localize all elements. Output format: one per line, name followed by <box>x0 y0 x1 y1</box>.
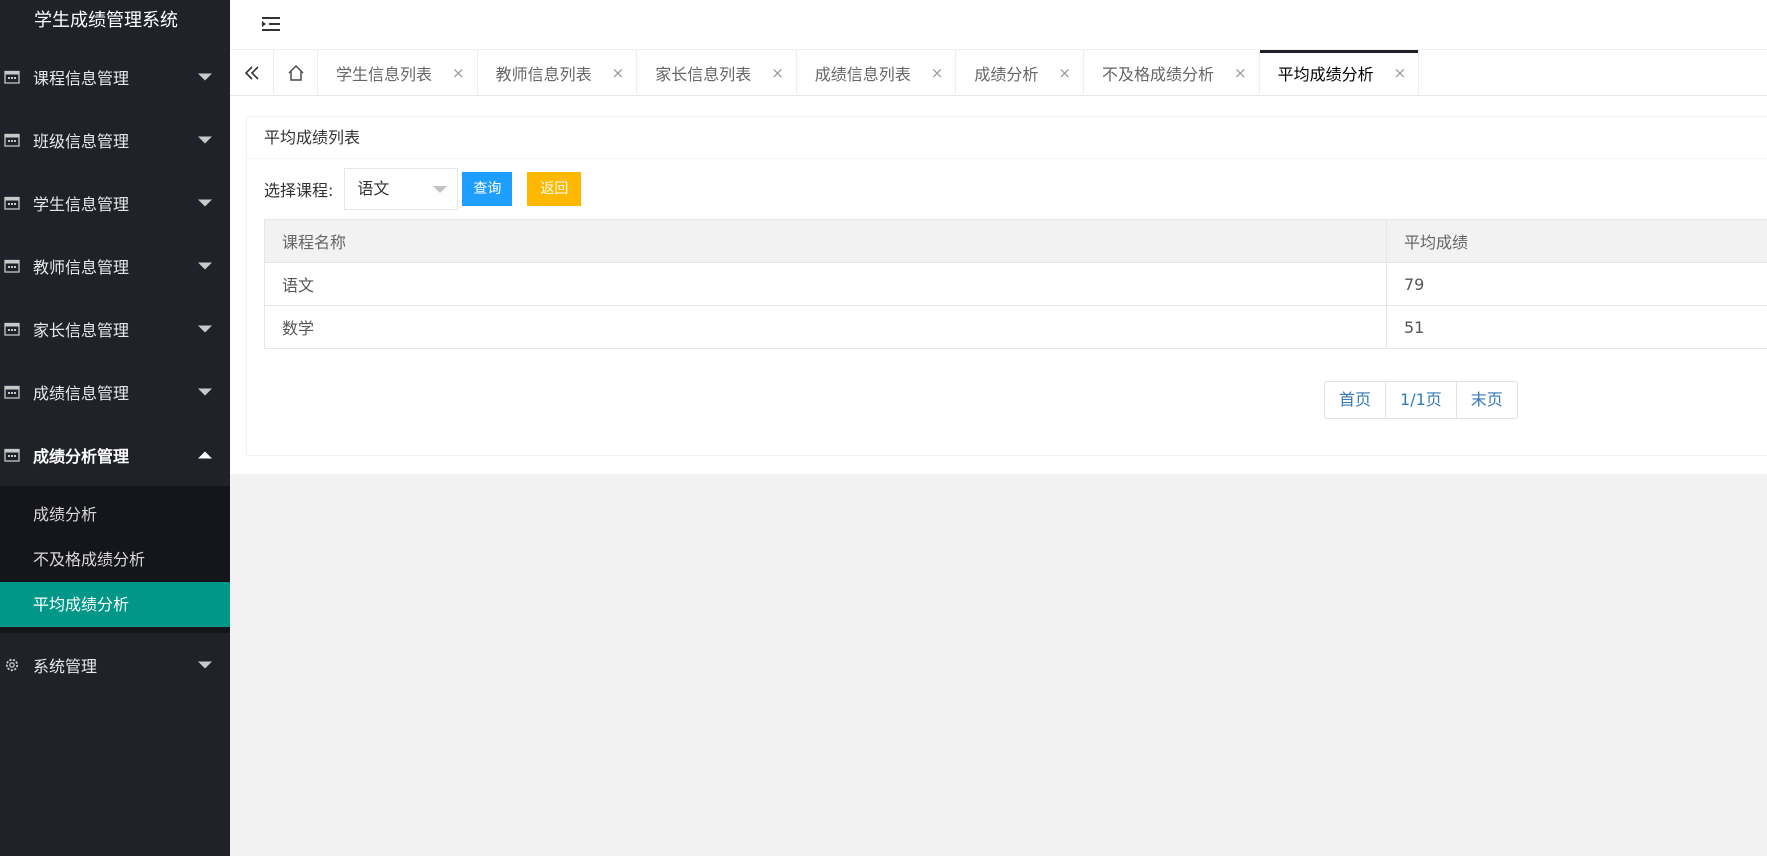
caret-down-icon <box>198 199 212 206</box>
caret-down-icon <box>198 661 212 668</box>
menu-fold-icon[interactable] <box>262 16 280 32</box>
tab-1[interactable]: 教师信息列表 × <box>478 50 638 96</box>
table-header-row: 课程名称 平均成绩 <box>264 219 1767 263</box>
submenu-item-score-analysis[interactable]: 成绩分析 <box>0 492 230 537</box>
sidebar-item-4[interactable]: 家长信息管理 <box>0 297 230 360</box>
tab-label: 成绩信息列表 <box>814 65 911 84</box>
caret-down-icon <box>198 73 212 80</box>
average-score-card: 平均成绩列表 选择课程: 语文 查询 返回 课程名称 平均成绩 语文 79 数学… <box>246 116 1767 456</box>
caret-down-icon <box>198 262 212 269</box>
submenu-item-average-analysis[interactable]: 平均成绩分析 <box>0 582 230 627</box>
caret-up-icon <box>198 451 212 458</box>
close-icon[interactable]: × <box>1234 64 1247 82</box>
tab-4[interactable]: 成绩分析 × <box>956 50 1084 96</box>
pagination: 首页 1/1页 末页 <box>1324 381 1518 419</box>
tab-label: 平均成绩分析 <box>1277 65 1374 84</box>
caret-down-icon <box>198 325 212 332</box>
cell-course: 语文 <box>264 262 1387 306</box>
sidebar-item-7[interactable]: 系统管理 <box>0 633 230 696</box>
tab-label: 成绩分析 <box>974 65 1039 84</box>
tab-0[interactable]: 学生信息列表 × <box>318 50 478 96</box>
course-select-value: 语文 <box>357 179 390 198</box>
tab-label: 教师信息列表 <box>495 65 592 84</box>
calendar-icon <box>4 385 20 399</box>
close-icon[interactable]: × <box>452 64 465 82</box>
sidebar-item-label: 家长信息管理 <box>33 320 130 340</box>
last-page-link[interactable]: 末页 <box>1457 382 1517 418</box>
calendar-icon <box>4 133 20 147</box>
card-title: 平均成绩列表 <box>247 117 1767 159</box>
tab-label: 家长信息列表 <box>655 65 752 84</box>
back-button[interactable]: 返回 <box>527 172 582 206</box>
course-select-label: 选择课程: <box>264 181 334 200</box>
tab-2[interactable]: 家长信息列表 × <box>637 50 797 96</box>
column-header-average: 平均成绩 <box>1386 219 1767 263</box>
first-page-link[interactable]: 首页 <box>1325 382 1387 418</box>
sidebar: 学生成绩管理系统 课程信息管理 班级信息管理 学生信息管理 教师信息管理 家长信息管理成… <box>0 0 230 856</box>
cell-average: 79 <box>1386 262 1767 306</box>
sidebar-item-6[interactable]: 成绩分析管理 <box>0 423 230 486</box>
tab-label: 不及格成绩分析 <box>1101 65 1214 84</box>
caret-down-icon <box>198 136 212 143</box>
close-icon[interactable]: × <box>931 64 944 82</box>
sidebar-item-label: 系统管理 <box>33 656 98 676</box>
close-icon[interactable]: × <box>1058 64 1071 82</box>
sidebar-item-2[interactable]: 学生信息管理 <box>0 171 230 234</box>
tab-3[interactable]: 成绩信息列表 × <box>797 50 957 96</box>
sidebar-item-5[interactable]: 成绩信息管理 <box>0 360 230 423</box>
sidebar-item-1[interactable]: 班级信息管理 <box>0 108 230 171</box>
sidebar-item-label: 教师信息管理 <box>33 257 130 277</box>
submenu-item-fail-analysis[interactable]: 不及格成绩分析 <box>0 537 230 582</box>
tab-label: 学生信息列表 <box>336 65 433 84</box>
calendar-icon <box>4 322 20 336</box>
average-score-table: 课程名称 平均成绩 语文 79 数学 51 <box>264 219 1767 349</box>
cell-course: 数学 <box>264 305 1387 349</box>
top-header <box>230 0 1767 50</box>
caret-down-icon <box>433 186 448 193</box>
close-icon[interactable]: × <box>612 64 625 82</box>
sidebar-item-3[interactable]: 教师信息管理 <box>0 234 230 297</box>
gear-icon <box>5 658 19 671</box>
tab-5[interactable]: 不及格成绩分析 × <box>1084 50 1260 96</box>
table-row: 数学 51 <box>264 305 1767 349</box>
tab-6[interactable]: 平均成绩分析 × <box>1259 50 1420 96</box>
calendar-icon <box>4 448 20 462</box>
query-button[interactable]: 查询 <box>462 172 513 206</box>
close-icon[interactable]: × <box>771 64 784 82</box>
close-icon[interactable]: × <box>1394 64 1407 82</box>
tab-bar: 学生信息列表 × 教师信息列表 × 家长信息列表 × 成绩信息列表 × 成绩分析 × 不及格成绩分析… <box>230 50 1767 96</box>
sidebar-item-label: 班级信息管理 <box>33 131 130 151</box>
column-header-course: 课程名称 <box>264 219 1387 263</box>
sidebar-item-0[interactable]: 课程信息管理 <box>0 45 230 108</box>
filter-toolbar: 选择课程: 语文 查询 返回 <box>264 168 582 210</box>
calendar-icon <box>4 259 20 273</box>
home-icon <box>288 65 303 81</box>
main-content: 平均成绩列表 选择课程: 语文 查询 返回 课程名称 平均成绩 语文 79 数学… <box>230 96 1767 474</box>
table-row: 语文 79 <box>264 262 1767 306</box>
sidebar-item-label: 学生信息管理 <box>33 194 130 214</box>
caret-down-icon <box>198 388 212 395</box>
cell-average: 51 <box>1386 305 1767 349</box>
tab-home[interactable] <box>274 50 318 96</box>
tab-scroll-left-button[interactable] <box>230 50 274 96</box>
calendar-icon <box>4 196 20 210</box>
sidebar-item-label: 成绩信息管理 <box>33 383 130 403</box>
sidebar-item-label: 成绩分析管理 <box>33 446 130 466</box>
sidebar-item-label: 课程信息管理 <box>33 68 130 88</box>
page-indicator: 1/1页 <box>1386 382 1457 418</box>
submenu-analysis: 成绩分析 不及格成绩分析 平均成绩分析 <box>0 486 230 633</box>
app-title: 学生成绩管理系统 <box>34 10 178 31</box>
calendar-icon <box>4 70 20 84</box>
double-chevron-left-icon <box>244 66 259 80</box>
course-select[interactable]: 语文 <box>344 168 459 210</box>
